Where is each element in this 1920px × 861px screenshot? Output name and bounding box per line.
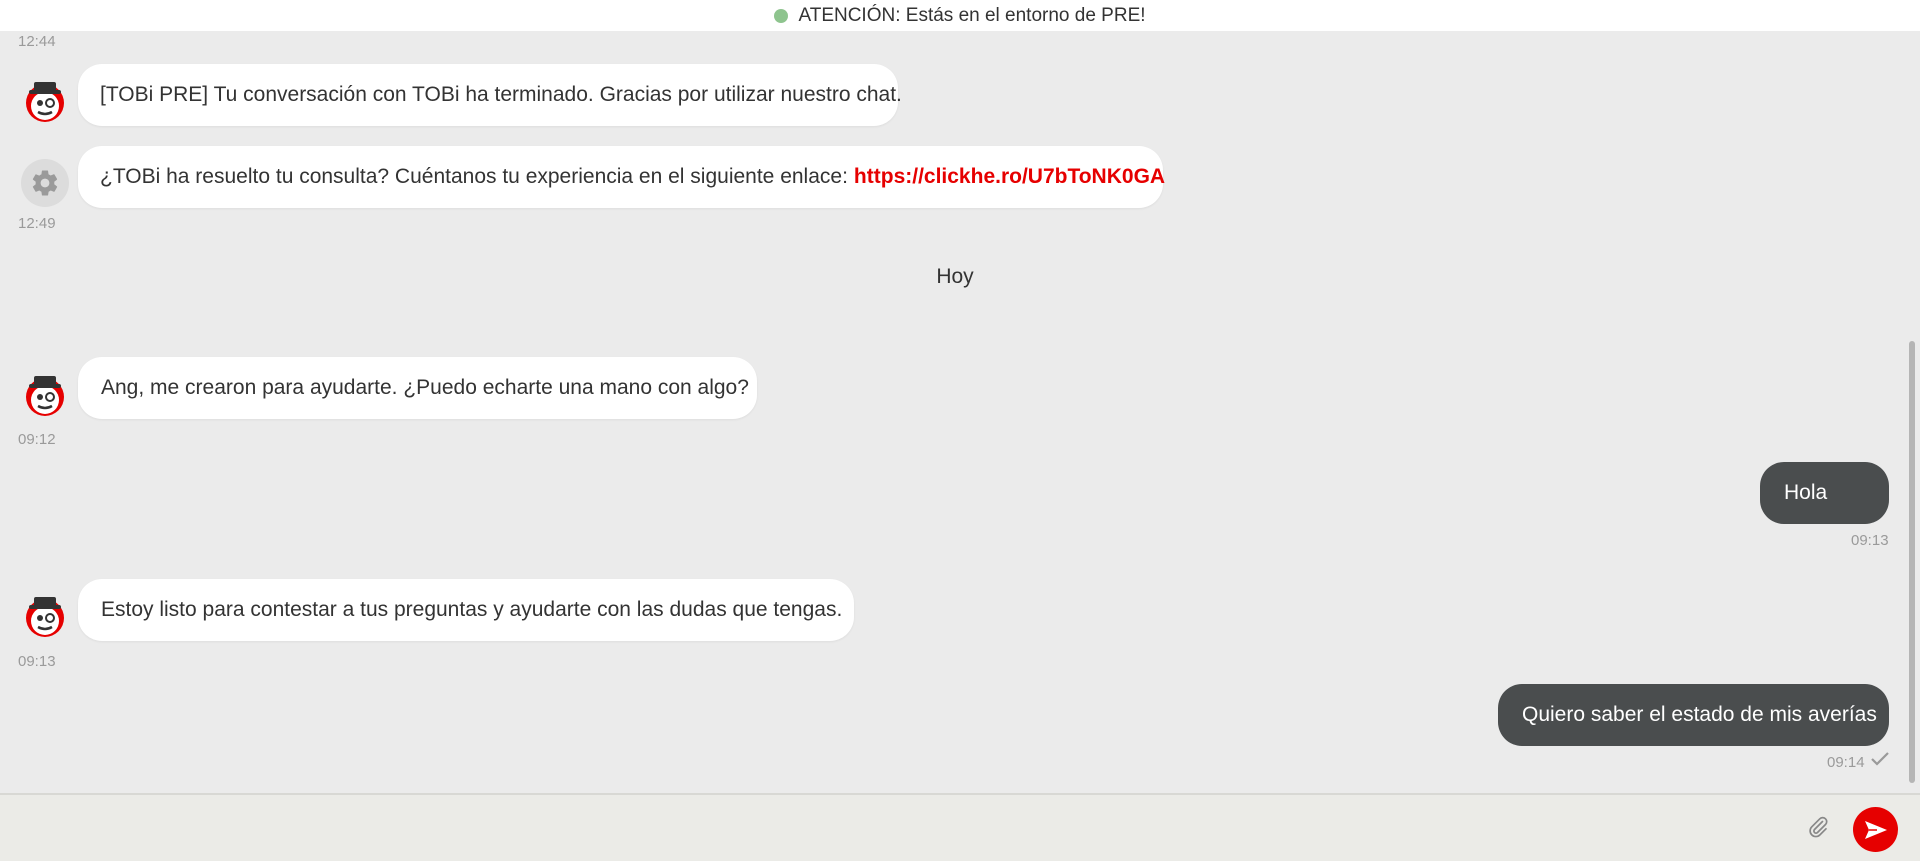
timestamp: 12:44 — [18, 33, 56, 50]
banner-text: ATENCIÓN: Estás en el entorno de PRE! — [798, 4, 1146, 26]
chat-area: 12:44 [TOBi PRE] Tu conversación con TOB… — [0, 31, 1920, 793]
scrollbar-thumb[interactable] — [1909, 341, 1915, 783]
survey-link[interactable]: https://clickhe.ro/U7bToNK0GA — [854, 165, 1165, 189]
message-input-bar[interactable] — [0, 793, 1920, 861]
user-message: Quiero saber el estado de mis averías — [1498, 684, 1889, 746]
check-icon — [1871, 752, 1889, 766]
paperclip-icon[interactable] — [1804, 813, 1832, 841]
message-text: Ang, me crearon para ayudarte. ¿Puedo ec… — [101, 376, 749, 399]
tobi-avatar-icon — [21, 371, 69, 419]
environment-banner: ATENCIÓN: Estás en el entorno de PRE! — [0, 0, 1920, 31]
timestamp: 09:12 — [18, 431, 56, 448]
user-message: Hola — [1760, 462, 1889, 524]
timestamp: 09:13 — [18, 653, 56, 670]
status-dot — [774, 8, 789, 23]
day-divider: Hoy — [936, 265, 974, 288]
send-icon[interactable] — [1853, 807, 1898, 852]
bot-message: Estoy listo para contestar a tus pregunt… — [78, 579, 854, 641]
message-text: Quiero saber el estado de mis averías — [1522, 703, 1877, 726]
bot-message: [TOBi PRE] Tu conversación con TOBi ha t… — [78, 64, 902, 126]
message-text: ¿TOBi ha resuelto tu consulta? Cuéntanos… — [100, 165, 848, 188]
system-message: ¿TOBi ha resuelto tu consulta? Cuéntanos… — [78, 146, 1165, 208]
timestamp: 12:49 — [18, 215, 56, 232]
scrollbar[interactable] — [1906, 31, 1920, 793]
tobi-avatar-icon — [21, 592, 69, 640]
tobi-avatar-icon — [21, 77, 69, 125]
timestamp: 09:13 — [1851, 532, 1889, 549]
gear-icon — [21, 159, 69, 207]
timestamp: 09:14 — [1827, 754, 1865, 771]
message-text: [TOBi PRE] Tu conversación con TOBi ha t… — [100, 83, 902, 106]
bot-message: Ang, me crearon para ayudarte. ¿Puedo ec… — [78, 357, 757, 419]
message-text: Hola — [1784, 481, 1828, 504]
message-text: Estoy listo para contestar a tus pregunt… — [101, 598, 843, 621]
